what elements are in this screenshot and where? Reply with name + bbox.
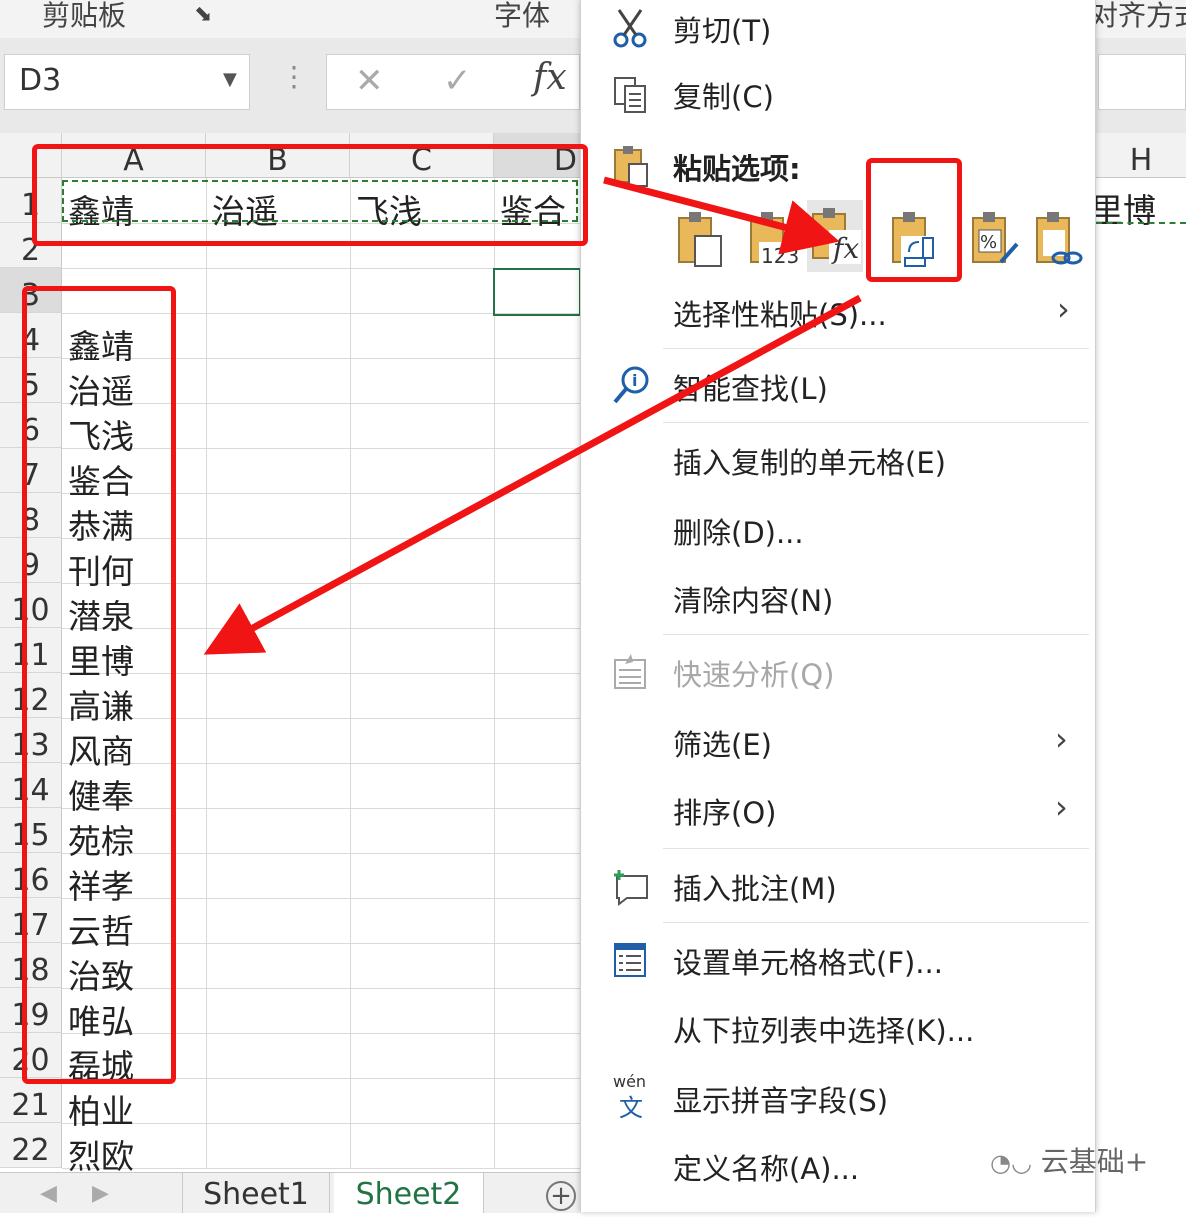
watermark: ◔◡ 云基础+	[990, 1140, 1148, 1180]
arrow-to-transpose	[603, 176, 840, 255]
wechat-icon: ◔◡	[990, 1149, 1032, 1177]
annotation-arrows	[203, 176, 862, 655]
watermark-text: 云基础+	[1040, 1145, 1149, 1178]
arrow-to-column-a	[203, 294, 862, 655]
